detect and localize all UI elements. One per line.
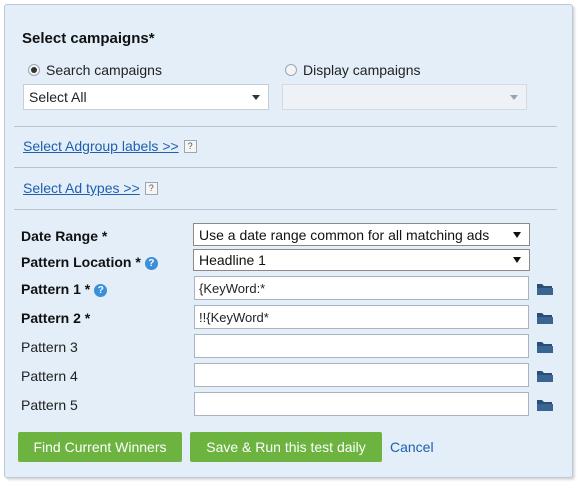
folder-icon[interactable] xyxy=(536,340,554,354)
find-current-winners-button[interactable]: Find Current Winners xyxy=(18,432,182,462)
select-ad-types-link[interactable]: Select Ad types >> xyxy=(23,180,140,196)
divider xyxy=(14,167,557,168)
search-campaigns-select[interactable]: Select All xyxy=(23,84,269,110)
save-run-daily-button[interactable]: Save & Run this test daily xyxy=(190,432,382,462)
display-campaigns-radio-dot[interactable] xyxy=(285,64,297,76)
pattern-3-label: Pattern 3 xyxy=(21,339,78,355)
pattern-5-label: Pattern 5 xyxy=(21,397,78,413)
chevron-down-icon xyxy=(513,231,521,238)
pattern-location-value: Headline 1 xyxy=(199,252,266,268)
pattern-location-label-row: Pattern Location *? xyxy=(21,254,158,270)
pattern-2-value: !!{KeyWord* xyxy=(199,309,269,325)
folder-icon[interactable] xyxy=(536,398,554,412)
pattern-4-label: Pattern 4 xyxy=(21,368,78,384)
chevron-down-icon xyxy=(510,95,518,100)
folder-icon[interactable] xyxy=(536,369,554,383)
pattern-3-input[interactable] xyxy=(194,334,529,358)
help-circle-icon[interactable]: ? xyxy=(94,283,108,297)
folder-icon[interactable] xyxy=(536,282,554,296)
search-campaigns-select-value: Select All xyxy=(29,89,87,105)
pattern-location-label: Pattern Location * xyxy=(21,254,141,270)
display-campaigns-label: Display campaigns xyxy=(303,62,421,78)
select-campaigns-title: Select campaigns* xyxy=(22,30,155,47)
divider xyxy=(14,209,557,210)
help-circle-icon[interactable]: ? xyxy=(144,256,158,270)
divider xyxy=(14,126,557,127)
chevron-down-icon xyxy=(252,95,260,100)
adgroup-labels-row: Select Adgroup labels >>? xyxy=(23,138,197,156)
folder-icon[interactable] xyxy=(536,311,554,325)
pattern-location-select[interactable]: Headline 1 xyxy=(193,249,530,271)
date-range-label: Date Range * xyxy=(21,228,108,244)
pattern-1-label-row: Pattern 1 *? xyxy=(21,281,108,297)
cancel-link[interactable]: Cancel xyxy=(390,439,434,455)
pattern-1-label: Pattern 1 * xyxy=(21,281,91,297)
search-campaigns-radio[interactable]: Search campaigns xyxy=(28,62,162,78)
ad-types-row: Select Ad types >>? xyxy=(23,180,158,198)
help-icon[interactable]: ? xyxy=(183,140,197,154)
select-adgroup-labels-link[interactable]: Select Adgroup labels >> xyxy=(23,138,179,154)
date-range-select[interactable]: Use a date range common for all matching… xyxy=(193,223,530,246)
pattern-1-value: {KeyWord:* xyxy=(199,280,266,296)
pattern-5-input[interactable] xyxy=(194,392,529,416)
pattern-2-input[interactable]: !!{KeyWord* xyxy=(194,305,529,329)
search-campaigns-label: Search campaigns xyxy=(46,62,162,78)
chevron-down-icon xyxy=(513,257,521,263)
display-campaigns-select[interactable] xyxy=(282,84,527,110)
search-campaigns-radio-dot[interactable] xyxy=(28,64,40,76)
pattern-4-input[interactable] xyxy=(194,363,529,387)
display-campaigns-radio[interactable]: Display campaigns xyxy=(285,62,421,78)
pattern-2-label: Pattern 2 * xyxy=(21,310,91,326)
help-icon[interactable]: ? xyxy=(144,182,158,196)
pattern-1-input[interactable]: {KeyWord:* xyxy=(194,276,529,300)
date-range-value: Use a date range common for all matching… xyxy=(199,226,490,243)
